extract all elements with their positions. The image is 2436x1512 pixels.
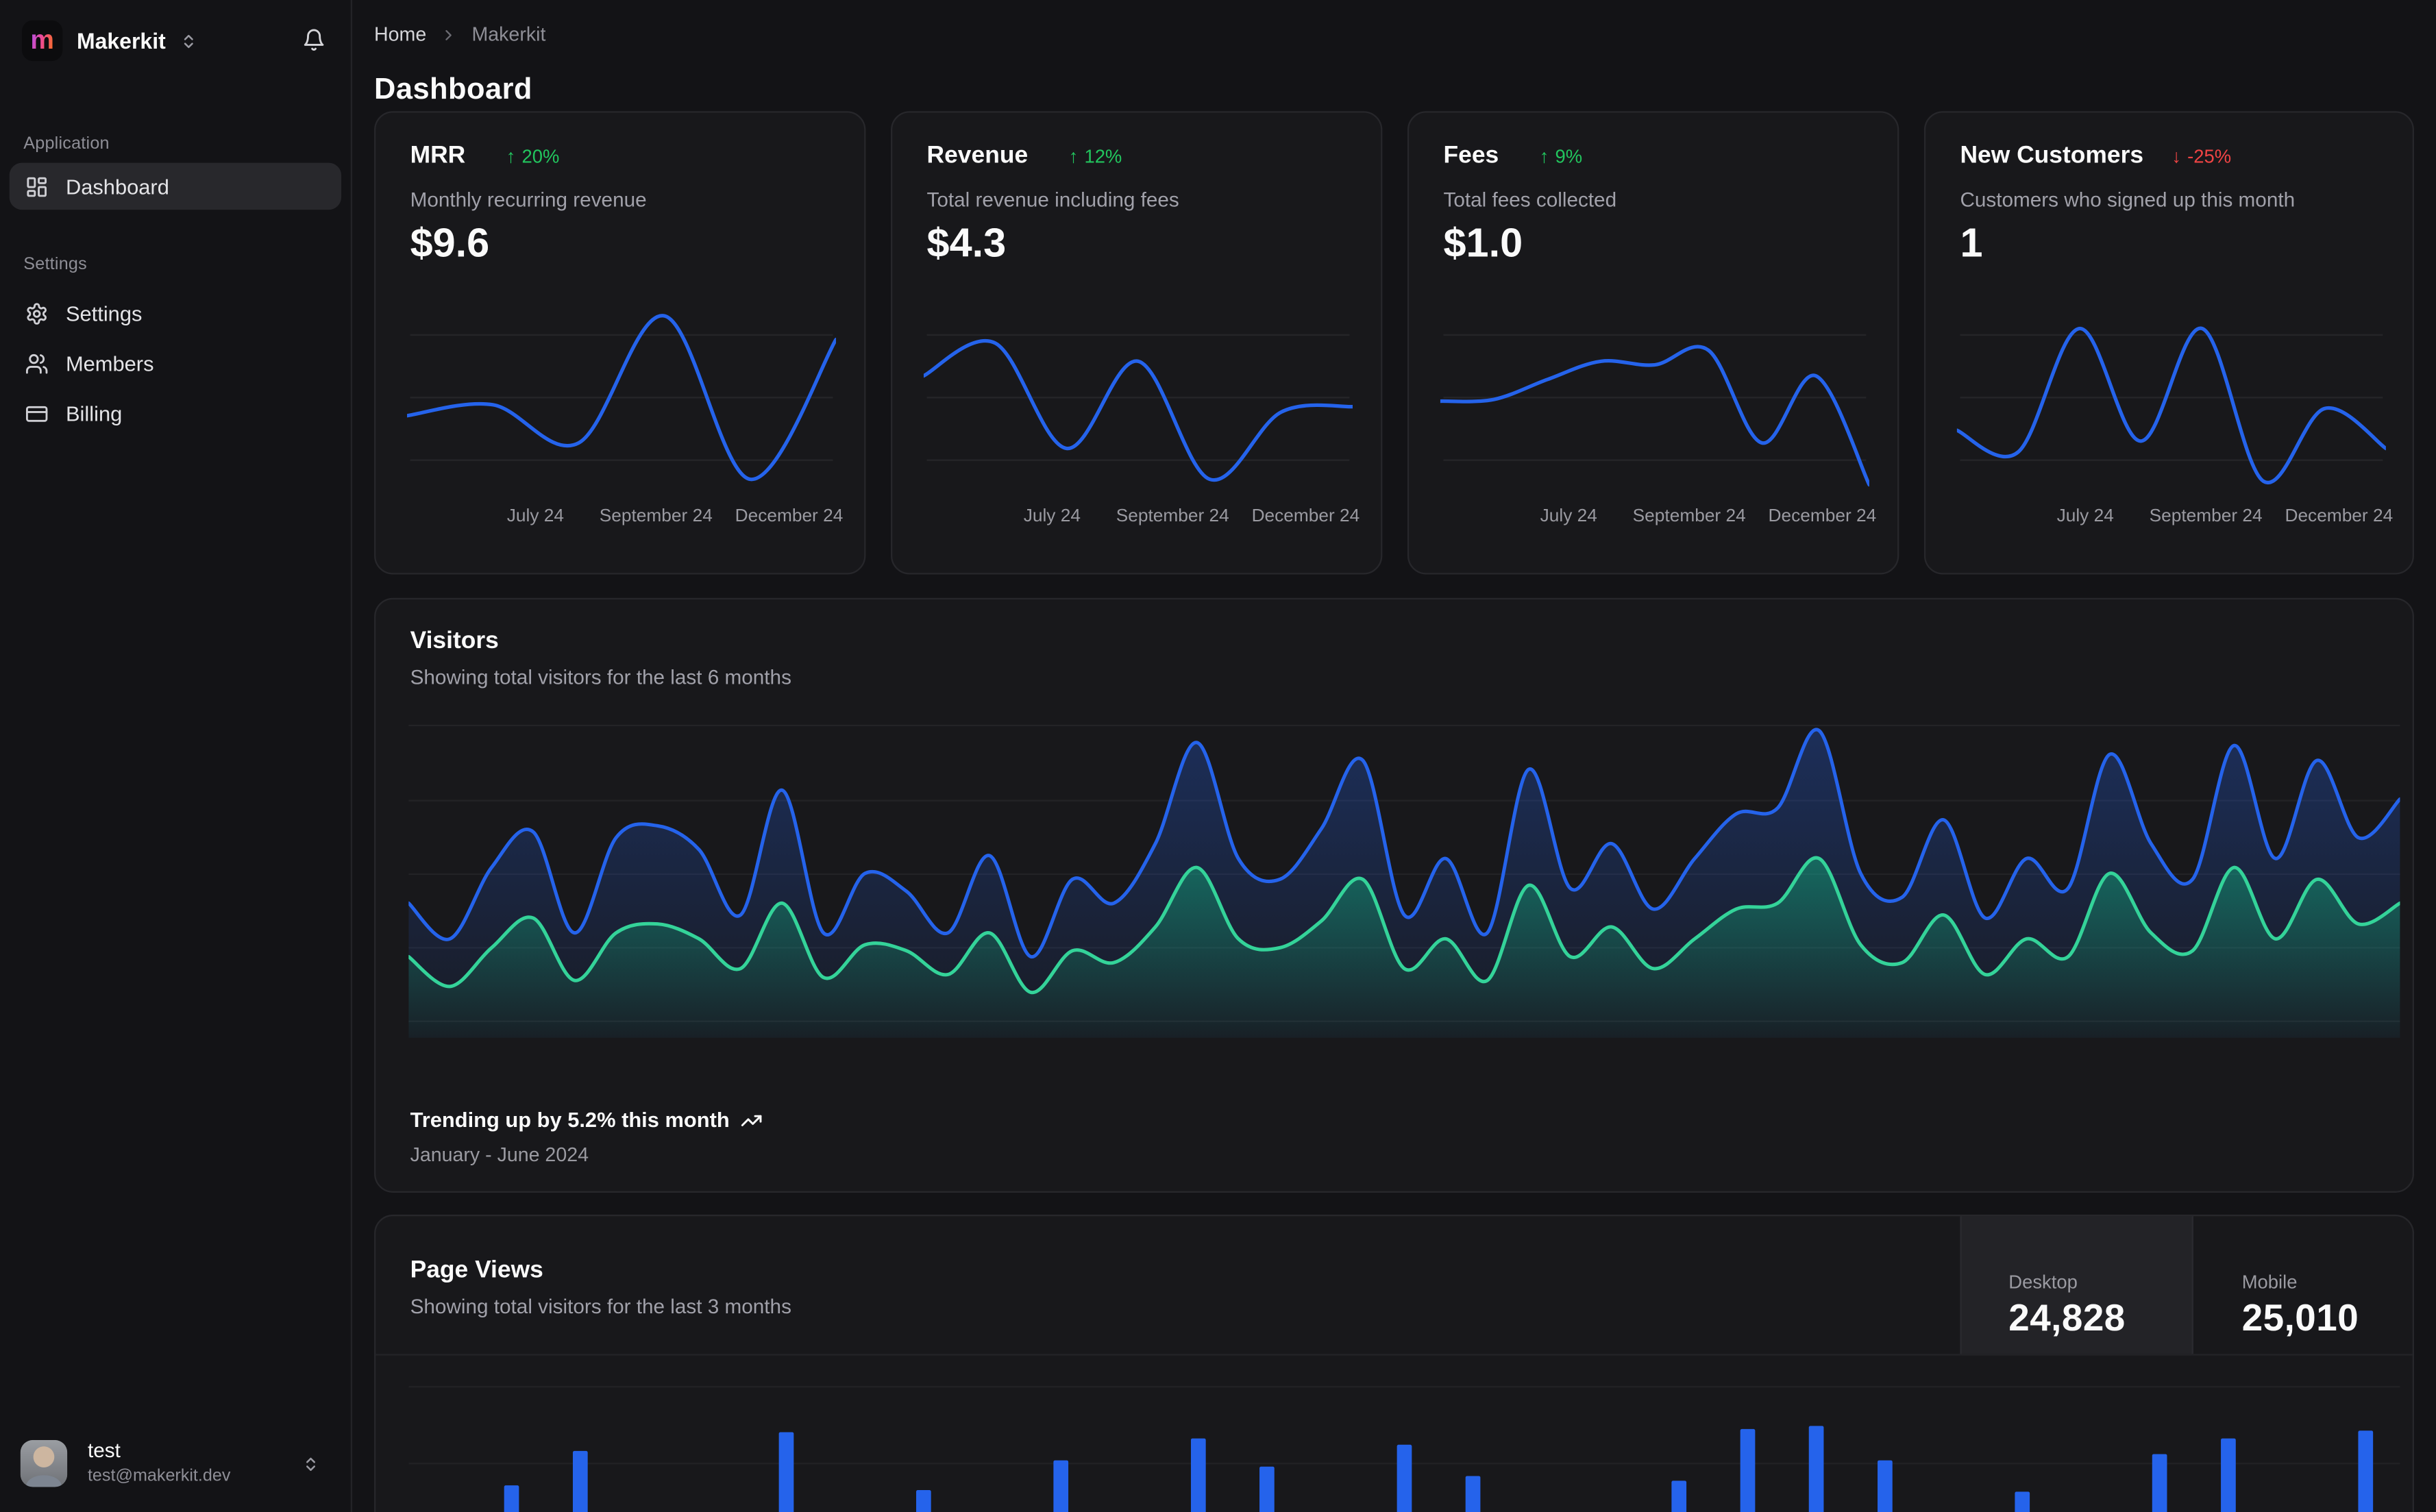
stat-title: New Customers (1960, 142, 2144, 169)
x-axis-labels: July 24 September 24 December 24 (2056, 507, 2394, 526)
page-views-card: Page Views Showing total visitors for th… (374, 1214, 2415, 1512)
stat-value: $1.0 (1443, 219, 1523, 267)
sidebar-section-application: Application (23, 134, 110, 153)
stat-subtitle: Total fees collected (1443, 188, 1617, 212)
sidebar-item-dashboard[interactable]: Dashboard (9, 162, 342, 210)
visitors-card: Visitors Showing total visitors for the … (374, 597, 2415, 1193)
stat-value: $4.3 (926, 219, 1007, 267)
user-menu[interactable]: test test@makerkit.dev (0, 1422, 351, 1512)
divider (376, 1354, 2413, 1356)
stat-delta-badge: ↑ 9% (1539, 145, 1583, 168)
sidebar: m Makerkit Application Dashboard Setting… (0, 0, 353, 1512)
sidebar-item-label: Members (65, 351, 154, 375)
makerkit-logo-icon: m (21, 20, 63, 62)
arrow-down-icon: ↓ (2172, 145, 2181, 168)
x-axis-labels: July 24 September 24 December 24 (1540, 507, 1877, 526)
x-axis-labels: July 24 September 24 December 24 (1023, 507, 1360, 526)
user-email: test@makerkit.dev (87, 1466, 231, 1486)
breadcrumb-home-link[interactable]: Home (374, 23, 426, 45)
user-name: test (87, 1438, 121, 1462)
stat-title: MRR (410, 142, 466, 169)
breadcrumb: Home Makerkit (374, 23, 545, 45)
stat-title: Fees (1443, 142, 1499, 169)
sidebar-item-settings[interactable]: Settings (10, 290, 341, 337)
x-axis-labels: July 24 September 24 December 24 (506, 507, 844, 526)
dashboard-app: m Makerkit Application Dashboard Setting… (0, 0, 2436, 1512)
revenue-sparkline-chart (923, 334, 1353, 482)
settings-icon (25, 301, 49, 325)
sidebar-section-settings: Settings (23, 255, 87, 274)
stat-value: 1 (1960, 219, 1983, 267)
toggle-mobile[interactable]: Mobile 25,010 (2195, 1216, 2415, 1354)
mobile-count: 25,010 (2241, 1298, 2359, 1340)
workspace-name: Makerkit (76, 28, 166, 53)
page-views-title: Page Views (410, 1256, 543, 1284)
stat-card-mrr: MRR ↑ 20% Monthly recurring revenue $9.6 … (374, 111, 866, 575)
trending-up-icon (741, 1109, 763, 1131)
arrow-up-icon: ↑ (1539, 145, 1549, 168)
page-title: Dashboard (374, 73, 532, 106)
stat-delta-badge: ↑ 12% (1068, 145, 1122, 168)
sidebar-item-label: Dashboard (65, 174, 169, 199)
visitors-title: Visitors (410, 628, 499, 655)
toggle-desktop[interactable]: Desktop 24,828 (1960, 1216, 2193, 1354)
chevrons-up-down-icon (180, 32, 197, 49)
notifications-bell-icon[interactable] (302, 28, 325, 56)
stat-card-new-customers: New Customers ↓ -25% Customers who signed… (1923, 111, 2415, 575)
arrow-up-icon: ↑ (1068, 145, 1079, 168)
billing-icon (25, 401, 49, 425)
page-views-subtitle: Showing total visitors for the last 3 mo… (410, 1294, 791, 1318)
main-content: Home Makerkit Dashboard MRR ↑ 20% Monthly… (351, 0, 2436, 1512)
stat-title: Revenue (926, 142, 1029, 169)
user-avatar (20, 1439, 68, 1487)
stat-card-fees: Fees ↑ 9% Total fees collected $1.0 July … (1407, 111, 1899, 575)
sidebar-item-members[interactable]: Members (10, 340, 341, 387)
stat-delta-badge: ↑ 20% (506, 145, 560, 168)
fees-sparkline-chart (1440, 334, 1869, 487)
sidebar-item-label: Settings (65, 301, 143, 325)
chevrons-up-down-icon (302, 1456, 319, 1473)
stat-subtitle: Total revenue including fees (926, 188, 1179, 212)
stat-subtitle: Monthly recurring revenue (410, 188, 647, 212)
arrow-up-icon: ↑ (506, 145, 516, 168)
stat-delta-badge: ↓ -25% (2172, 145, 2232, 168)
stat-value: $9.6 (410, 219, 490, 267)
breadcrumb-current: Makerkit (471, 23, 546, 46)
dashboard-icon (25, 175, 49, 198)
members-icon (25, 351, 49, 375)
stat-card-revenue: Revenue ↑ 12% Total revenue including fee… (890, 111, 1383, 575)
mrr-sparkline-chart (407, 314, 837, 482)
sidebar-item-billing[interactable]: Billing (10, 390, 341, 437)
new-customers-sparkline-chart (1956, 326, 2386, 485)
chevron-right-icon (441, 26, 458, 43)
stat-subtitle: Customers who signed up this month (1960, 188, 2296, 212)
sidebar-item-label: Billing (65, 401, 123, 425)
visitors-subtitle: Showing total visitors for the last 6 mo… (410, 665, 791, 689)
desktop-count: 24,828 (2008, 1298, 2126, 1340)
page-views-bar-chart (408, 1386, 2400, 1512)
visitors-trend-text: Trending up by 5.2% this month (410, 1108, 763, 1132)
visitors-date-range: January - June 2024 (410, 1144, 589, 1167)
workspace-switcher[interactable]: m Makerkit (21, 20, 197, 62)
visitors-area-chart (408, 728, 2400, 1038)
